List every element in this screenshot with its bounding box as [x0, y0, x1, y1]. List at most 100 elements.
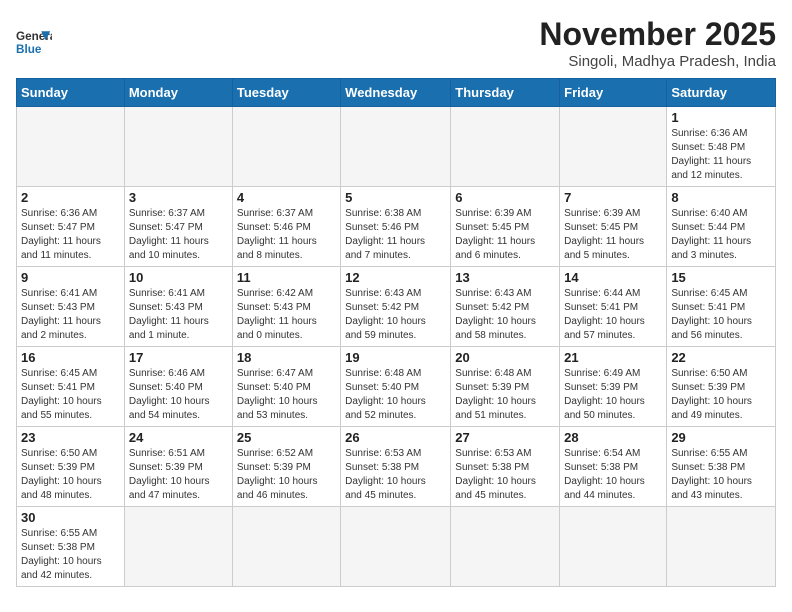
calendar-cell: 23 Sunrise: 6:50 AM Sunset: 5:39 PM Dayli… — [17, 427, 125, 507]
day-number: 24 — [129, 430, 228, 445]
day-number: 28 — [564, 430, 662, 445]
day-info: Sunrise: 6:41 AM Sunset: 5:43 PM Dayligh… — [21, 287, 120, 343]
page-header: General Blue November 2025 Singoli, Madh… — [16, 16, 776, 70]
general-blue-logo-icon: General Blue — [16, 24, 52, 60]
day-number: 1 — [671, 110, 771, 125]
day-info: Sunrise: 6:45 AM Sunset: 5:41 PM Dayligh… — [21, 367, 120, 423]
day-info: Sunrise: 6:48 AM Sunset: 5:40 PM Dayligh… — [345, 367, 446, 423]
day-info: Sunrise: 6:49 AM Sunset: 5:39 PM Dayligh… — [564, 367, 662, 423]
day-number: 16 — [21, 350, 120, 365]
day-number: 18 — [237, 350, 336, 365]
day-number: 12 — [345, 270, 446, 285]
calendar-cell: 2 Sunrise: 6:36 AM Sunset: 5:47 PM Daylig… — [17, 187, 125, 267]
day-info: Sunrise: 6:54 AM Sunset: 5:38 PM Dayligh… — [564, 447, 662, 503]
calendar-cell: 18 Sunrise: 6:47 AM Sunset: 5:40 PM Dayli… — [232, 347, 340, 427]
day-info: Sunrise: 6:41 AM Sunset: 5:43 PM Dayligh… — [129, 287, 228, 343]
day-number: 9 — [21, 270, 120, 285]
weekday-header-saturday: Saturday — [667, 79, 776, 107]
calendar-cell — [667, 507, 776, 587]
day-number: 30 — [21, 510, 120, 525]
calendar-cell: 13 Sunrise: 6:43 AM Sunset: 5:42 PM Dayli… — [451, 267, 560, 347]
day-number: 2 — [21, 190, 120, 205]
day-info: Sunrise: 6:48 AM Sunset: 5:39 PM Dayligh… — [455, 367, 555, 423]
calendar-cell — [17, 107, 125, 187]
day-info: Sunrise: 6:53 AM Sunset: 5:38 PM Dayligh… — [455, 447, 555, 503]
day-number: 7 — [564, 190, 662, 205]
calendar-week-row: 23 Sunrise: 6:50 AM Sunset: 5:39 PM Dayli… — [17, 427, 776, 507]
day-info: Sunrise: 6:38 AM Sunset: 5:46 PM Dayligh… — [345, 207, 446, 263]
calendar-cell: 24Sunrise: 6:51 AM Sunset: 5:39 PM Dayli… — [124, 427, 232, 507]
day-number: 6 — [455, 190, 555, 205]
calendar-cell: 20 Sunrise: 6:48 AM Sunset: 5:39 PM Dayli… — [451, 347, 560, 427]
day-info: Sunrise: 6:37 AM Sunset: 5:47 PM Dayligh… — [129, 207, 228, 263]
day-info: Sunrise: 6:39 AM Sunset: 5:45 PM Dayligh… — [564, 207, 662, 263]
day-number: 20 — [455, 350, 555, 365]
day-info: Sunrise: 6:42 AM Sunset: 5:43 PM Dayligh… — [237, 287, 336, 343]
day-number: 4 — [237, 190, 336, 205]
calendar-week-row: 1 Sunrise: 6:36 AM Sunset: 5:48 PM Daylig… — [17, 107, 776, 187]
location-subtitle: Singoli, Madhya Pradesh, India — [539, 53, 776, 70]
weekday-header-tuesday: Tuesday — [232, 79, 340, 107]
day-number: 5 — [345, 190, 446, 205]
day-info: Sunrise: 6:47 AM Sunset: 5:40 PM Dayligh… — [237, 367, 336, 423]
calendar-cell: 15Sunrise: 6:45 AM Sunset: 5:41 PM Dayli… — [667, 267, 776, 347]
calendar-cell: 7 Sunrise: 6:39 AM Sunset: 5:45 PM Daylig… — [560, 187, 667, 267]
calendar-week-row: 9 Sunrise: 6:41 AM Sunset: 5:43 PM Daylig… — [17, 267, 776, 347]
calendar-table: SundayMondayTuesdayWednesdayThursdayFrid… — [16, 78, 776, 587]
calendar-cell — [124, 507, 232, 587]
calendar-cell: 27Sunrise: 6:53 AM Sunset: 5:38 PM Dayli… — [451, 427, 560, 507]
calendar-cell: 5 Sunrise: 6:38 AM Sunset: 5:46 PM Daylig… — [341, 187, 451, 267]
calendar-cell: 4 Sunrise: 6:37 AM Sunset: 5:46 PM Daylig… — [232, 187, 340, 267]
day-info: Sunrise: 6:55 AM Sunset: 5:38 PM Dayligh… — [671, 447, 771, 503]
day-number: 3 — [129, 190, 228, 205]
calendar-cell — [451, 107, 560, 187]
day-info: Sunrise: 6:55 AM Sunset: 5:38 PM Dayligh… — [21, 527, 120, 583]
day-number: 10 — [129, 270, 228, 285]
day-info: Sunrise: 6:36 AM Sunset: 5:48 PM Dayligh… — [671, 127, 771, 183]
calendar-cell: 10 Sunrise: 6:41 AM Sunset: 5:43 PM Dayli… — [124, 267, 232, 347]
weekday-header-thursday: Thursday — [451, 79, 560, 107]
calendar-cell: 30 Sunrise: 6:55 AM Sunset: 5:38 PM Dayli… — [17, 507, 125, 587]
logo: General Blue — [16, 24, 52, 60]
calendar-cell: 3 Sunrise: 6:37 AM Sunset: 5:47 PM Daylig… — [124, 187, 232, 267]
calendar-cell — [232, 107, 340, 187]
calendar-cell: 25Sunrise: 6:52 AM Sunset: 5:39 PM Dayli… — [232, 427, 340, 507]
weekday-header-friday: Friday — [560, 79, 667, 107]
calendar-cell — [341, 507, 451, 587]
calendar-cell — [232, 507, 340, 587]
day-number: 23 — [21, 430, 120, 445]
day-info: Sunrise: 6:37 AM Sunset: 5:46 PM Dayligh… — [237, 207, 336, 263]
calendar-cell: 6Sunrise: 6:39 AM Sunset: 5:45 PM Daylig… — [451, 187, 560, 267]
calendar-cell — [341, 107, 451, 187]
calendar-cell: 12 Sunrise: 6:43 AM Sunset: 5:42 PM Dayli… — [341, 267, 451, 347]
calendar-cell — [560, 107, 667, 187]
day-number: 25 — [237, 430, 336, 445]
calendar-cell: 28 Sunrise: 6:54 AM Sunset: 5:38 PM Dayli… — [560, 427, 667, 507]
calendar-cell: 11 Sunrise: 6:42 AM Sunset: 5:43 PM Dayli… — [232, 267, 340, 347]
weekday-header-monday: Monday — [124, 79, 232, 107]
day-info: Sunrise: 6:53 AM Sunset: 5:38 PM Dayligh… — [345, 447, 446, 503]
day-info: Sunrise: 6:43 AM Sunset: 5:42 PM Dayligh… — [455, 287, 555, 343]
calendar-cell: 14Sunrise: 6:44 AM Sunset: 5:41 PM Dayli… — [560, 267, 667, 347]
calendar-week-row: 2 Sunrise: 6:36 AM Sunset: 5:47 PM Daylig… — [17, 187, 776, 267]
calendar-cell: 1 Sunrise: 6:36 AM Sunset: 5:48 PM Daylig… — [667, 107, 776, 187]
calendar-cell — [124, 107, 232, 187]
day-number: 21 — [564, 350, 662, 365]
day-info: Sunrise: 6:46 AM Sunset: 5:40 PM Dayligh… — [129, 367, 228, 423]
day-info: Sunrise: 6:40 AM Sunset: 5:44 PM Dayligh… — [671, 207, 771, 263]
day-info: Sunrise: 6:44 AM Sunset: 5:41 PM Dayligh… — [564, 287, 662, 343]
day-info: Sunrise: 6:50 AM Sunset: 5:39 PM Dayligh… — [21, 447, 120, 503]
calendar-week-row: 30 Sunrise: 6:55 AM Sunset: 5:38 PM Dayli… — [17, 507, 776, 587]
day-number: 11 — [237, 270, 336, 285]
day-number: 13 — [455, 270, 555, 285]
calendar-cell: 9 Sunrise: 6:41 AM Sunset: 5:43 PM Daylig… — [17, 267, 125, 347]
day-number: 22 — [671, 350, 771, 365]
day-info: Sunrise: 6:50 AM Sunset: 5:39 PM Dayligh… — [671, 367, 771, 423]
day-info: Sunrise: 6:43 AM Sunset: 5:42 PM Dayligh… — [345, 287, 446, 343]
day-number: 17 — [129, 350, 228, 365]
day-number: 19 — [345, 350, 446, 365]
calendar-cell: 21 Sunrise: 6:49 AM Sunset: 5:39 PM Dayli… — [560, 347, 667, 427]
day-info: Sunrise: 6:36 AM Sunset: 5:47 PM Dayligh… — [21, 207, 120, 263]
calendar-cell: 16 Sunrise: 6:45 AM Sunset: 5:41 PM Dayli… — [17, 347, 125, 427]
calendar-cell: 19 Sunrise: 6:48 AM Sunset: 5:40 PM Dayli… — [341, 347, 451, 427]
